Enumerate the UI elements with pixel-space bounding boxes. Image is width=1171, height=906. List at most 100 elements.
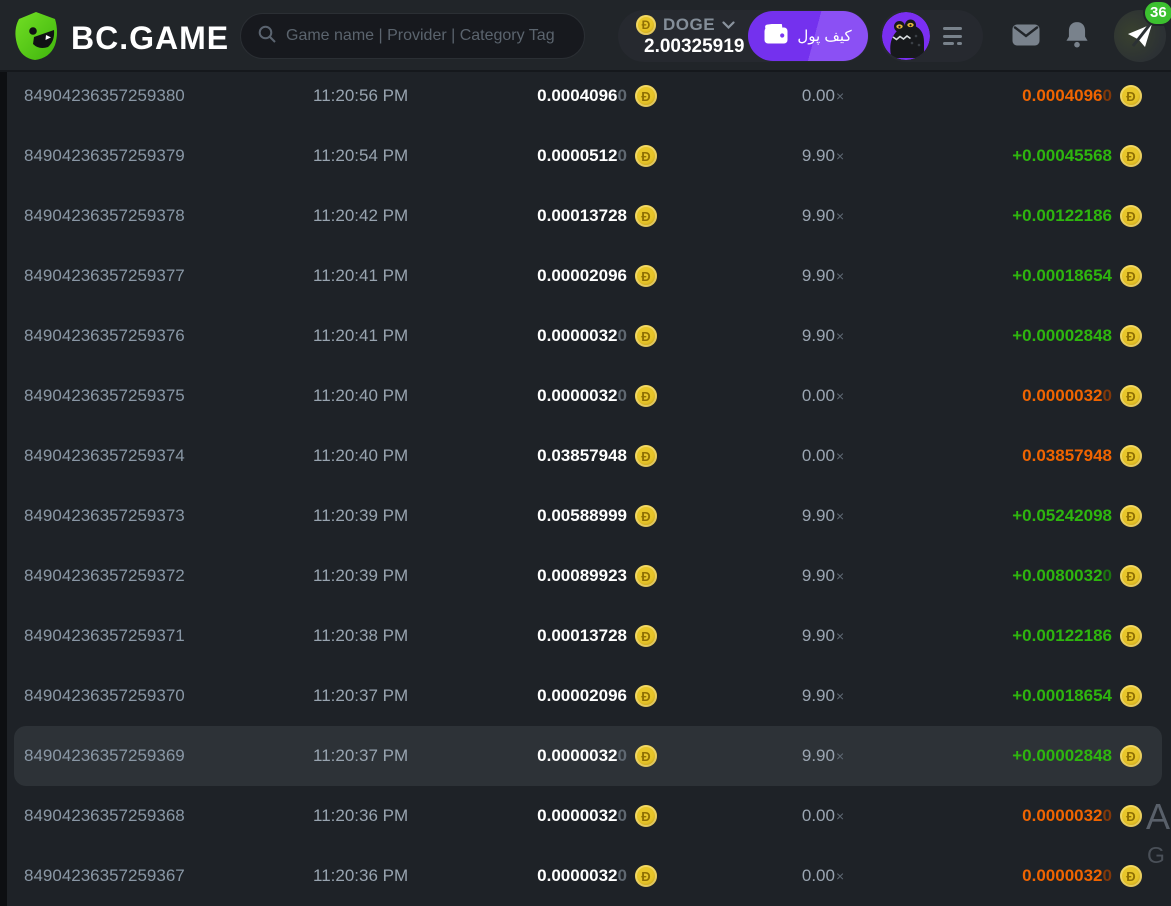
bet-time: 11:20:37 PM [300, 686, 427, 706]
profit-amount: +0.05242098 [1012, 506, 1112, 525]
table-row[interactable]: 84904236357259367 11:20:36 PM 0.00000320… [7, 846, 1157, 906]
table-row[interactable]: 84904236357259377 11:20:41 PM 0.00002096… [7, 246, 1157, 306]
bet-id: 84904236357259374 [7, 446, 300, 466]
multiplier-cell: 0.00× [662, 446, 984, 466]
bet-amount-cell: 0.00000320 Đ [427, 385, 662, 407]
multiplier-value: 9.90 [802, 266, 835, 285]
multiplier-x: × [836, 868, 844, 884]
multiplier-cell: 0.00× [662, 386, 984, 406]
bet-amount-cell: 0.00002096 Đ [427, 685, 662, 707]
chat-toggle-button[interactable]: 36 [1114, 10, 1166, 62]
bet-id: 84904236357259367 [7, 866, 300, 886]
bet-amount: 0.03857948 [537, 446, 627, 465]
wallet-balance-pill: Đ DOGE 2.00325919 کیف پول [618, 10, 869, 62]
profit-cell: 0.00000320 Đ [984, 865, 1142, 887]
profit-amount: +0.0080032 [1012, 566, 1102, 585]
bet-amount: 0.00013728 [537, 626, 627, 645]
profit-cell: 0.03857948 Đ [984, 445, 1142, 467]
table-row[interactable]: 84904236357259375 11:20:40 PM 0.00000320… [7, 366, 1157, 426]
profit-amount: +0.00045568 [1012, 146, 1112, 165]
bell-icon [1064, 37, 1090, 52]
bet-amount: 0.0000032 [537, 386, 617, 405]
table-row[interactable]: 84904236357259373 11:20:39 PM 0.00588999… [7, 486, 1157, 546]
profit-amount: +0.00122186 [1012, 206, 1112, 225]
brand-name: BC.GAME [71, 20, 229, 57]
profit-trailing: 0 [1103, 566, 1112, 585]
game-search-bar[interactable] [240, 13, 585, 59]
table-row[interactable]: 84904236357259380 11:20:56 PM 0.00040960… [7, 66, 1157, 126]
bet-amount: 0.00013728 [537, 206, 627, 225]
doge-coin-icon: Đ [635, 325, 657, 347]
bet-id: 84904236357259380 [7, 86, 300, 106]
profit-amount: +0.00002848 [1012, 746, 1112, 765]
profit-cell: +0.05242098 Đ [984, 505, 1142, 527]
bet-id: 84904236357259371 [7, 626, 300, 646]
bet-amount: 0.0004096 [537, 86, 617, 105]
table-row[interactable]: 84904236357259370 11:20:37 PM 0.00002096… [7, 666, 1157, 726]
table-row[interactable]: 84904236357259372 11:20:39 PM 0.00089923… [7, 546, 1157, 606]
doge-coin-icon: Đ [1120, 325, 1142, 347]
bet-amount-trailing: 0 [618, 86, 627, 105]
doge-coin-icon: Đ [1120, 385, 1142, 407]
profit-amount: 0.0000032 [1022, 866, 1102, 885]
bet-id: 84904236357259376 [7, 326, 300, 346]
bet-amount: 0.0000032 [537, 326, 617, 345]
profit-cell: +0.00122186 Đ [984, 625, 1142, 647]
profit-amount: +0.00002848 [1012, 326, 1112, 345]
doge-coin-icon: Đ [635, 265, 657, 287]
messages-button[interactable] [1012, 24, 1040, 49]
doge-coin-icon: Đ [636, 15, 656, 35]
wallet-deposit-button[interactable]: کیف پول [748, 11, 868, 61]
multiplier-cell: 0.00× [662, 806, 984, 826]
multiplier-x: × [836, 448, 844, 464]
bet-amount: 0.00002096 [537, 686, 627, 705]
bet-amount: 0.0000032 [537, 806, 617, 825]
bet-time: 11:20:42 PM [300, 206, 427, 226]
multiplier-cell: 9.90× [662, 206, 984, 226]
table-row[interactable]: 84904236357259368 11:20:36 PM 0.00000320… [7, 786, 1157, 846]
bet-id: 84904236357259375 [7, 386, 300, 406]
multiplier-x: × [836, 808, 844, 824]
bet-id: 84904236357259379 [7, 146, 300, 166]
doge-coin-icon: Đ [635, 565, 657, 587]
table-row[interactable]: 84904236357259371 11:20:38 PM 0.00013728… [7, 606, 1157, 666]
doge-coin-icon: Đ [1120, 265, 1142, 287]
search-input[interactable] [286, 27, 570, 45]
doge-coin-icon: Đ [1120, 865, 1142, 887]
bet-amount-cell: 0.00000320 Đ [427, 745, 662, 767]
doge-coin-icon: Đ [635, 205, 657, 227]
table-row[interactable]: 84904236357259369 11:20:37 PM 0.00000320… [7, 726, 1157, 786]
multiplier-value: 9.90 [802, 206, 835, 225]
brand-logo[interactable]: BC.GAME [13, 11, 229, 66]
multiplier-value: 9.90 [802, 746, 835, 765]
bet-id: 84904236357259378 [7, 206, 300, 226]
user-avatar[interactable] [882, 12, 930, 60]
bet-id: 84904236357259377 [7, 266, 300, 286]
multiplier-x: × [836, 508, 844, 524]
bet-amount-trailing: 0 [618, 866, 627, 885]
doge-coin-icon: Đ [635, 745, 657, 767]
bet-amount-trailing: 0 [618, 746, 627, 765]
multiplier-x: × [836, 208, 844, 224]
bet-amount-trailing: 0 [618, 146, 627, 165]
bet-amount-cell: 0.03857948 Đ [427, 445, 662, 467]
profit-amount: 0.0000032 [1022, 806, 1102, 825]
bet-id: 84904236357259368 [7, 806, 300, 826]
doge-coin-icon: Đ [1120, 685, 1142, 707]
table-row[interactable]: 84904236357259378 11:20:42 PM 0.00013728… [7, 186, 1157, 246]
multiplier-cell: 9.90× [662, 626, 984, 646]
profit-trailing: 0 [1103, 86, 1112, 105]
profile-menu-icon[interactable] [943, 27, 962, 45]
bet-time: 11:20:41 PM [300, 266, 427, 286]
bet-time: 11:20:38 PM [300, 626, 427, 646]
notifications-button[interactable] [1064, 21, 1090, 52]
bet-id: 84904236357259372 [7, 566, 300, 586]
doge-coin-icon: Đ [635, 505, 657, 527]
table-row[interactable]: 84904236357259374 11:20:40 PM 0.03857948… [7, 426, 1157, 486]
table-row[interactable]: 84904236357259376 11:20:41 PM 0.00000320… [7, 306, 1157, 366]
profit-cell: 0.00040960 Đ [984, 85, 1142, 107]
bet-amount-cell: 0.00005120 Đ [427, 145, 662, 167]
table-row[interactable]: 84904236357259379 11:20:54 PM 0.00005120… [7, 126, 1157, 186]
currency-selector[interactable]: Đ DOGE 2.00325919 [636, 15, 744, 57]
bet-time: 11:20:36 PM [300, 866, 427, 886]
